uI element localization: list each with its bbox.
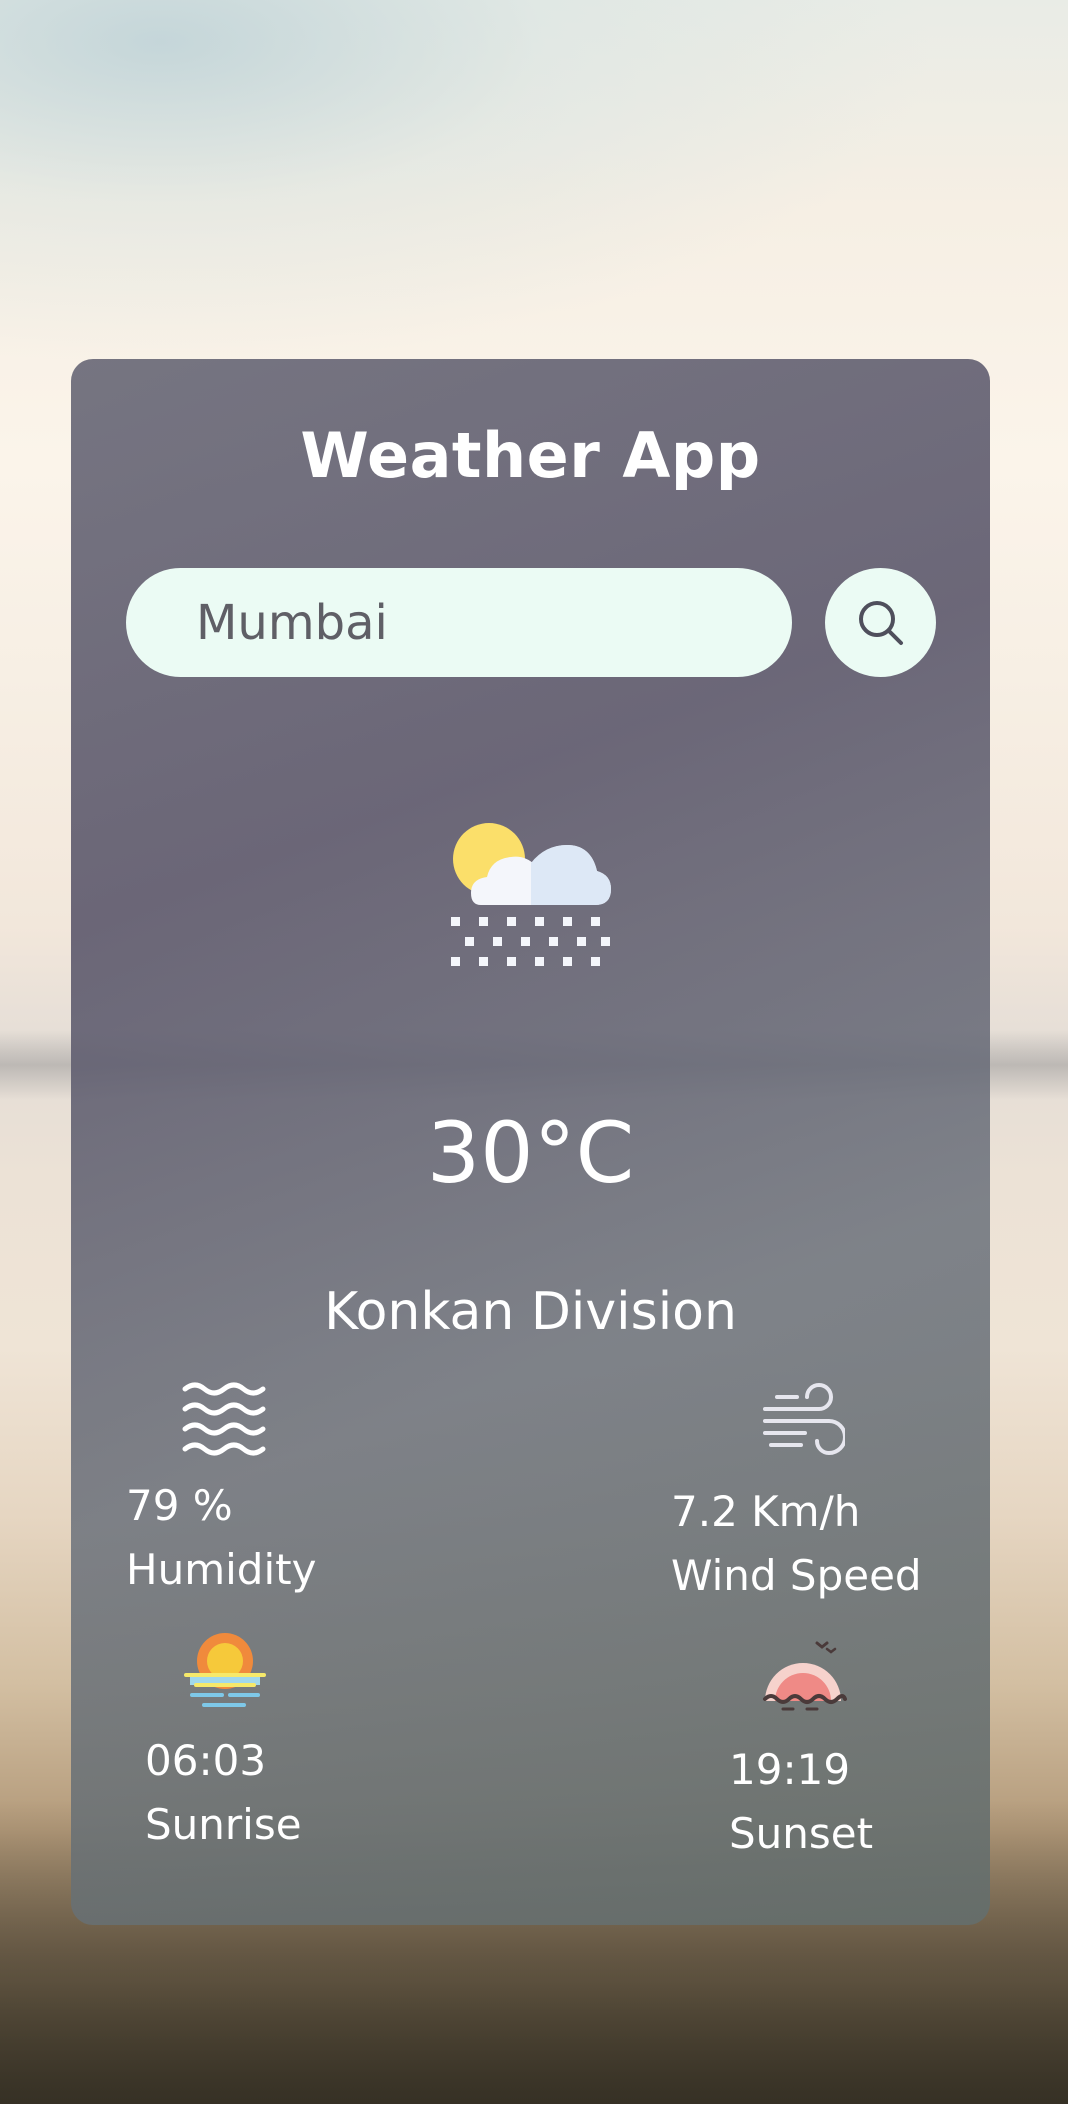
sun-cloud-snow-icon: [451, 823, 611, 966]
wind-speed-value: 7.2 Km/h: [671, 1487, 861, 1536]
app-title: Weather App: [300, 419, 761, 492]
temperature: 30°C: [426, 1104, 635, 1202]
weather-card: Weather App Mumbai 30°C Konkan Division …: [71, 359, 990, 1925]
wind-speed-label: Wind Speed: [671, 1551, 922, 1600]
wind-icon: [763, 1383, 845, 1456]
search-button[interactable]: [825, 568, 936, 677]
sunrise-time: 06:03: [145, 1736, 267, 1785]
humidity-label: Humidity: [126, 1545, 317, 1594]
sunrise-label: Sunrise: [145, 1800, 302, 1849]
sunset-icon: [763, 1641, 847, 1711]
sunrise-icon: [184, 1633, 266, 1707]
location-name: Konkan Division: [324, 1282, 737, 1342]
search-icon: [858, 600, 903, 645]
sunset-label: Sunset: [729, 1809, 874, 1858]
humidity-value: 79 %: [126, 1481, 233, 1530]
city-search-input[interactable]: [126, 568, 792, 677]
sunset-time: 19:19: [729, 1745, 851, 1794]
background-sky: [0, 0, 1068, 420]
waves-icon: [182, 1382, 266, 1456]
